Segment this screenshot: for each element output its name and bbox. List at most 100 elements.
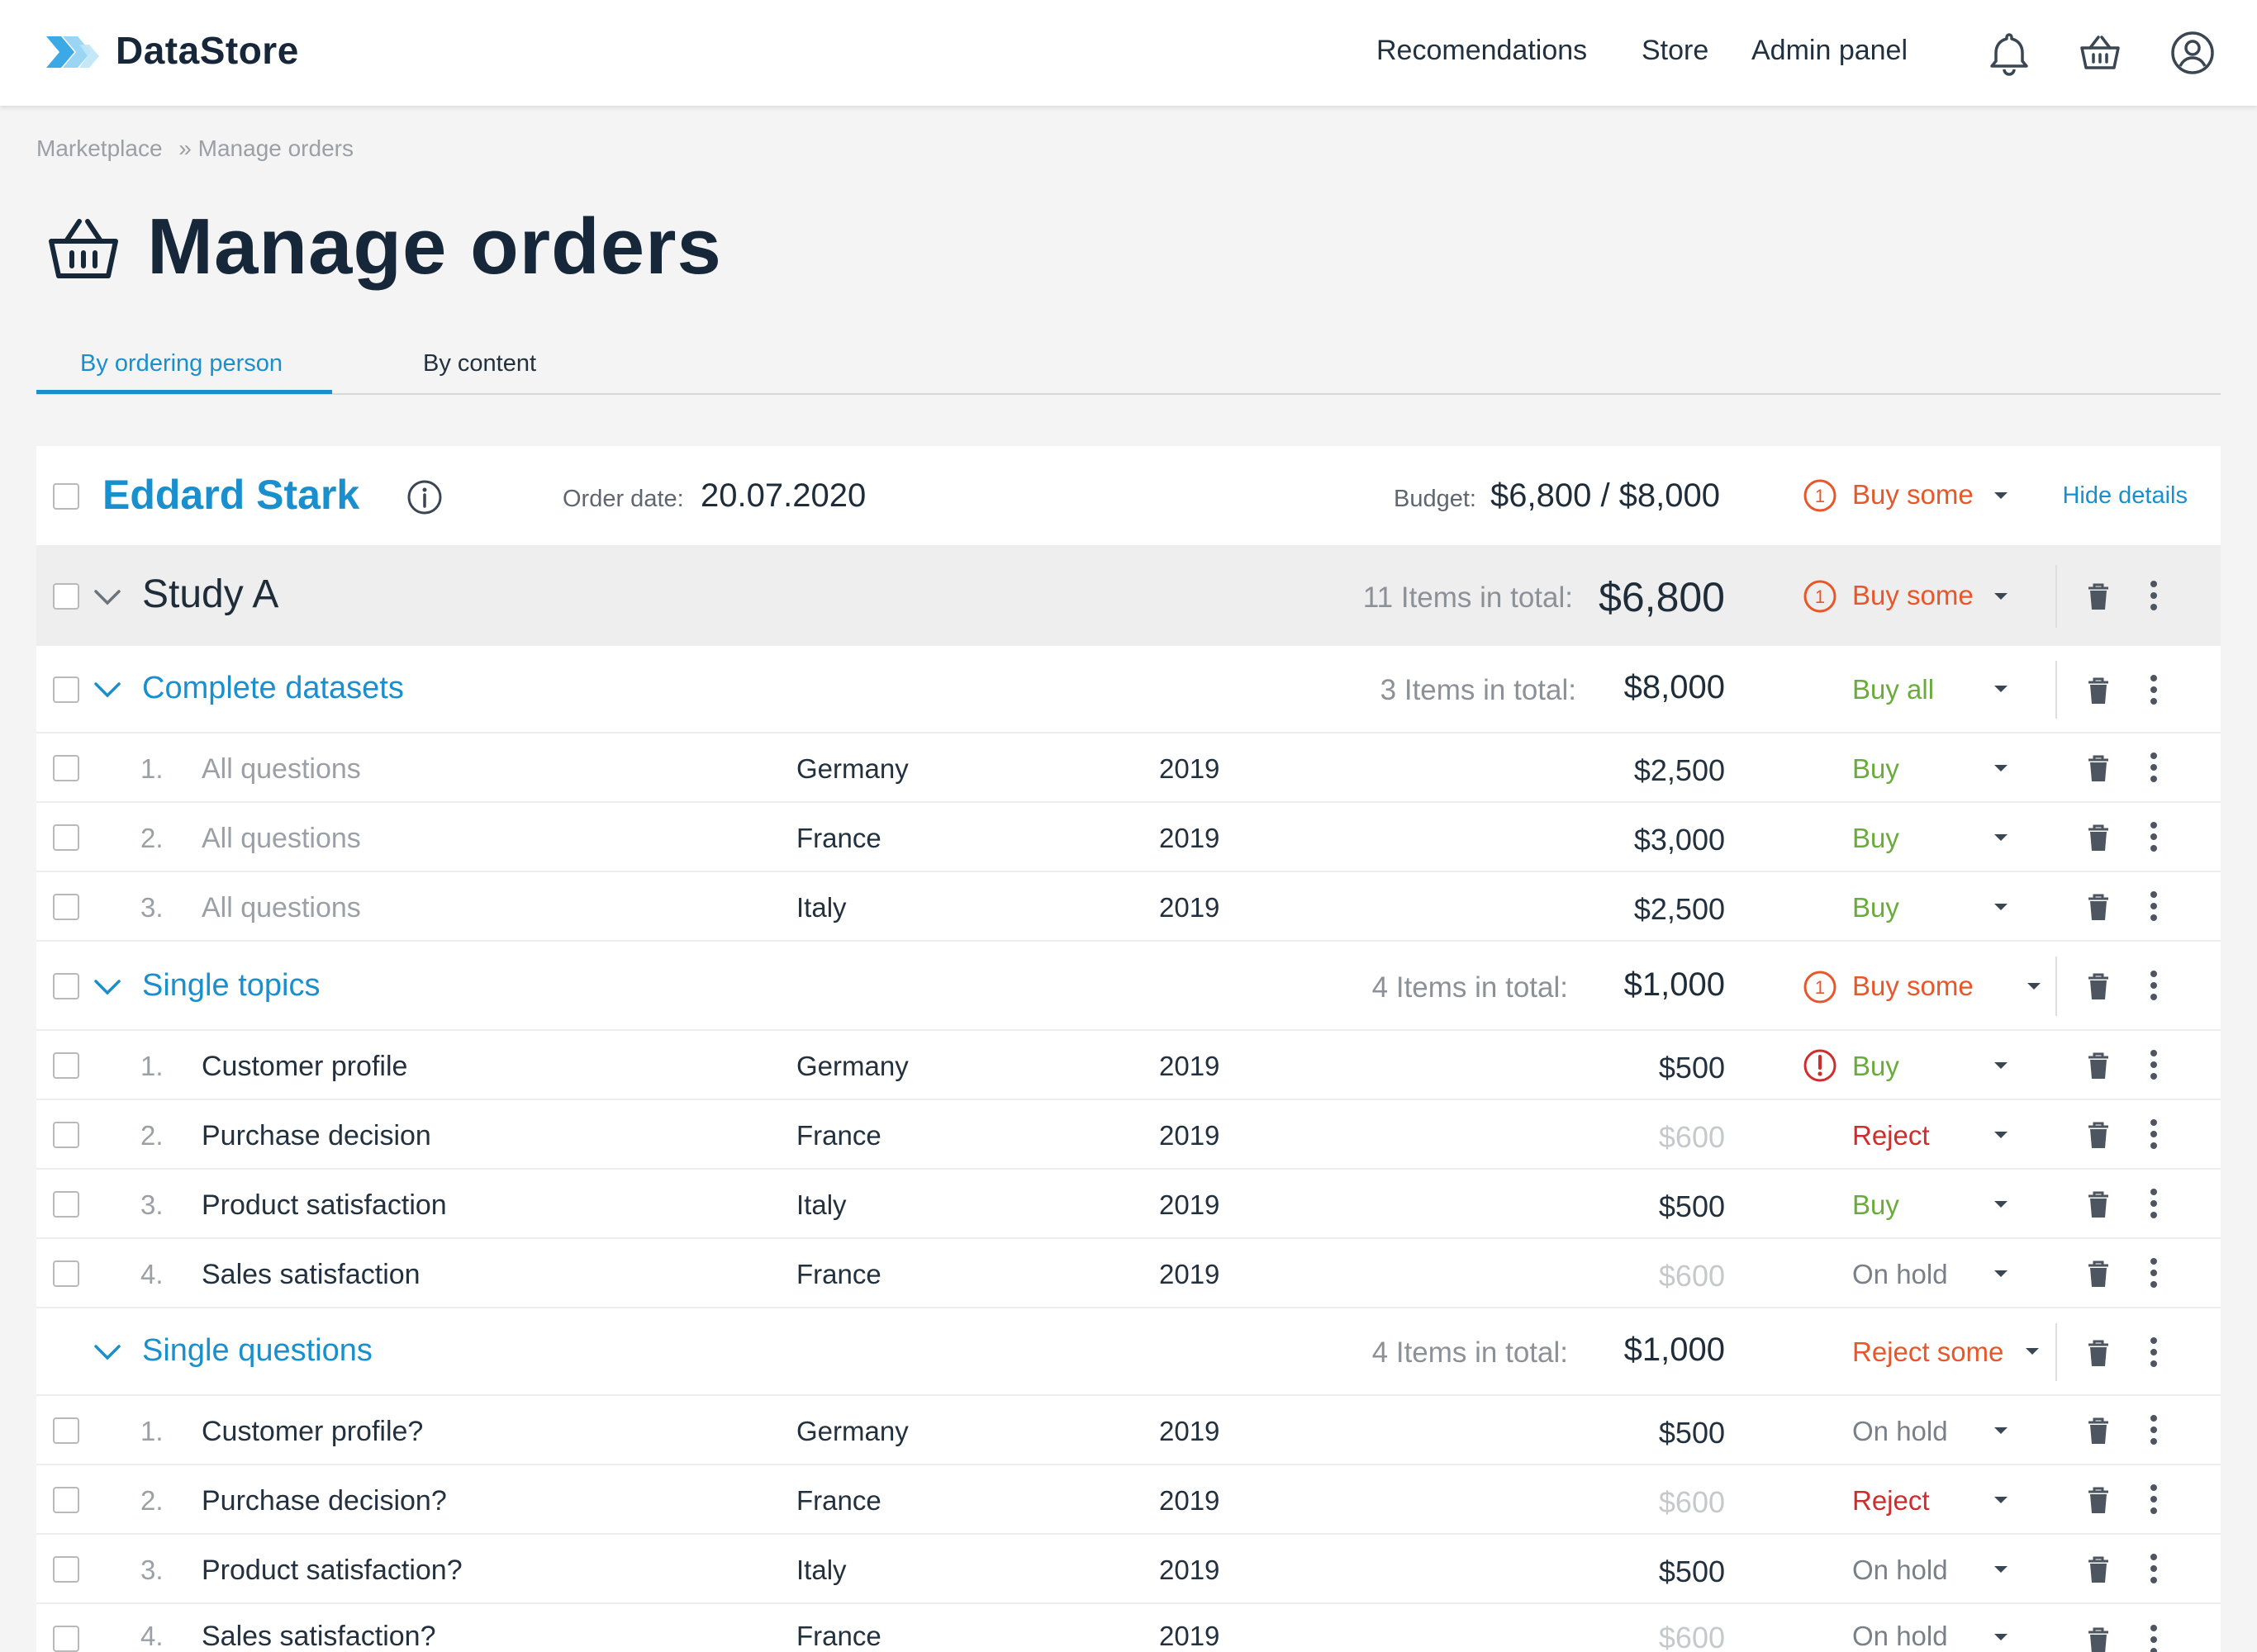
trash-icon[interactable] [2085,1626,2112,1652]
caret-down-icon [1994,834,2008,841]
item-checkbox[interactable] [53,755,79,781]
chevron-down-icon[interactable] [91,976,124,999]
basket-icon[interactable] [2077,30,2123,76]
group-row-single-topics: Single topics 4 Items in total: $1,000 1… [36,942,2221,1031]
item-country: Italy [796,1555,847,1585]
more-options-icon[interactable] [2148,1336,2160,1368]
item-country: Germany [796,753,909,784]
group-checkbox[interactable] [53,676,79,703]
more-options-icon[interactable] [2148,580,2160,611]
table-row: 4. Sales satisfaction France 2019 $600 O… [36,1239,2221,1308]
more-options-icon[interactable] [2148,1624,2160,1652]
group-status-dropdown[interactable]: Reject some [1852,1328,2050,1374]
more-options-icon[interactable] [2148,1118,2160,1150]
group-name[interactable]: Single topics [142,968,320,1004]
trash-icon[interactable] [2085,1051,2112,1080]
trash-icon[interactable] [2085,753,2112,783]
chevron-down-icon[interactable] [91,586,124,610]
trash-icon[interactable] [2085,1416,2112,1446]
study-checkbox[interactable] [53,583,79,610]
item-status-dropdown[interactable]: On hold [1852,1409,2050,1452]
item-name: All questions [202,823,361,854]
item-name: Sales satisfaction [202,1259,421,1290]
order-checkbox[interactable] [53,483,79,510]
item-checkbox[interactable] [53,824,79,851]
item-country: Germany [796,1416,909,1446]
group-checkbox[interactable] [53,973,79,999]
trash-icon[interactable] [2085,823,2112,852]
nav-admin-panel[interactable]: Admin panel [1751,35,1908,67]
item-checkbox[interactable] [53,1487,79,1513]
chevron-down-icon[interactable] [91,679,124,702]
item-checkbox[interactable] [53,1191,79,1218]
item-status-dropdown[interactable]: Reject [1852,1479,2050,1521]
item-price: $500 [1658,1051,1725,1085]
item-checkbox[interactable] [53,1122,79,1148]
trash-icon[interactable] [2085,1189,2112,1219]
item-status-dropdown[interactable]: Reject [1852,1113,2050,1156]
item-checkbox[interactable] [53,1052,79,1079]
trash-icon[interactable] [2085,676,2112,705]
group-name[interactable]: Single questions [142,1333,373,1369]
more-options-icon[interactable] [2148,1483,2160,1515]
item-status-dropdown[interactable]: On hold [1852,1252,2050,1295]
hide-details-link[interactable]: Hide details [2062,482,2188,510]
item-status-dropdown[interactable]: On hold [1852,1548,2050,1591]
tab-by-ordering-person[interactable]: By ordering person [80,350,283,377]
page-title: Manage orders [147,202,722,291]
more-options-icon[interactable] [2148,674,2160,705]
item-checkbox[interactable] [53,1556,79,1583]
trash-icon[interactable] [2085,892,2112,922]
group-status-label: Buy all [1852,674,1935,705]
chevron-down-icon[interactable] [91,1341,124,1365]
ordering-person-name[interactable]: Eddard Stark [102,471,359,519]
item-status-dropdown[interactable]: On hold [1852,1614,2050,1652]
trash-icon[interactable] [2085,1259,2112,1289]
item-status-dropdown[interactable]: Buy [1852,885,2050,928]
item-name: All questions [202,753,361,785]
more-options-icon[interactable] [2148,752,2160,783]
caret-down-icon [2026,1348,2039,1355]
breadcrumb-marketplace[interactable]: Marketplace [36,135,163,161]
trash-icon[interactable] [2085,1338,2112,1368]
item-checkbox[interactable] [53,1260,79,1287]
more-options-icon[interactable] [2148,890,2160,922]
more-options-icon[interactable] [2148,1553,2160,1584]
trash-icon[interactable] [2085,1485,2112,1515]
item-status-dropdown[interactable]: Buy [1852,747,2050,790]
top-navigation-bar: DataStore Recomendations Store Admin pan… [0,0,2257,106]
app-name[interactable]: DataStore [116,28,299,73]
more-options-icon[interactable] [2148,1257,2160,1289]
group-status-dropdown[interactable]: Buy all [1852,666,2050,712]
item-checkbox[interactable] [53,1417,79,1444]
group-status-dropdown[interactable]: 1 Buy some [1803,963,2050,1009]
svg-text:1: 1 [1815,977,1825,998]
item-country: France [796,1485,881,1516]
more-options-icon[interactable] [2148,1049,2160,1080]
more-options-icon[interactable] [2148,821,2160,852]
trash-icon[interactable] [2085,582,2112,611]
nav-recommendations[interactable]: Recomendations [1376,35,1587,67]
item-checkbox[interactable] [53,1626,79,1652]
trash-icon[interactable] [2085,971,2112,1001]
more-options-icon[interactable] [2148,1188,2160,1219]
info-icon[interactable] [406,479,443,515]
item-status-dropdown[interactable]: Buy [1803,1044,2050,1087]
more-options-icon[interactable] [2148,970,2160,1001]
more-options-icon[interactable] [2148,1414,2160,1446]
bell-icon[interactable] [1986,30,2032,76]
user-account-icon[interactable] [2169,30,2216,76]
group-name[interactable]: Complete datasets [142,671,404,706]
item-checkbox[interactable] [53,894,79,920]
trash-icon[interactable] [2085,1120,2112,1150]
tab-by-content[interactable]: By content [423,350,536,377]
order-status-dropdown[interactable]: 1 Buy some [1803,471,2050,520]
item-status-dropdown[interactable]: Buy [1852,816,2050,859]
trash-icon[interactable] [2085,1555,2112,1584]
item-year: 2019 [1159,753,1220,784]
nav-store[interactable]: Store [1642,35,1708,67]
item-year: 2019 [1159,1555,1220,1585]
breadcrumb-manage-orders[interactable]: » Manage orders [178,135,354,161]
item-status-dropdown[interactable]: Buy [1852,1183,2050,1226]
study-status-dropdown[interactable]: 1 Buy some [1803,572,2050,621]
